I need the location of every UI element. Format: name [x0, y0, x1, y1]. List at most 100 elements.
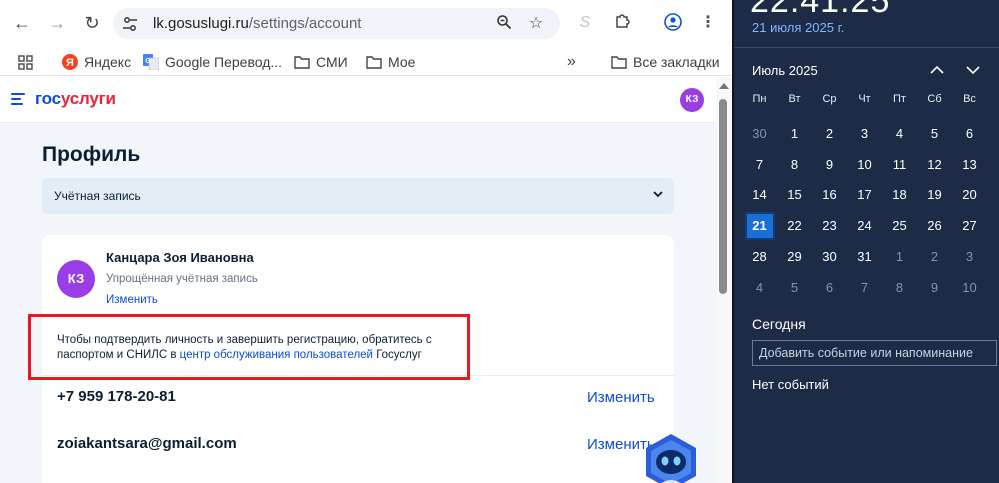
- calendar-flyout: 22:41:25 21 июля 2025 г. Июль 2025 Пн Вт С…: [732, 0, 999, 483]
- calendar-grid: Пн Вт Ср Чт Пт Сб Вс 30 1 2 3 4 5 6 7 8 9 10 11 12 13 14 15 16 1…: [742, 88, 987, 304]
- calendar-day[interactable]: 22: [777, 211, 812, 242]
- calendar-day[interactable]: 3: [847, 119, 882, 150]
- svg-text:Я: Я: [66, 57, 74, 69]
- calendar-day[interactable]: 8: [882, 273, 917, 304]
- bookmark-google-translate[interactable]: G Google Перевод...: [143, 52, 282, 72]
- edit-phone-link[interactable]: Изменить: [587, 389, 655, 406]
- overflow-chevron-icon: »: [567, 53, 576, 70]
- chevron-down-icon[interactable]: [965, 64, 981, 76]
- phone-number: +7 959 178-20-81: [57, 388, 176, 405]
- calendar-day[interactable]: 25: [882, 211, 917, 242]
- calendar-day[interactable]: 5: [777, 273, 812, 304]
- calendar-day[interactable]: 15: [777, 180, 812, 211]
- assistant-robot-icon[interactable]: [642, 432, 700, 483]
- month-label[interactable]: Июль 2025: [752, 63, 818, 78]
- extensions-puzzle-icon[interactable]: [612, 13, 632, 33]
- calendar-day[interactable]: 13: [952, 150, 987, 181]
- chevron-down-icon: [653, 191, 663, 198]
- account-section-select[interactable]: Учётная запись: [42, 178, 674, 214]
- all-bookmarks-button[interactable]: Все закладки: [611, 52, 720, 72]
- bookmark-star-icon[interactable]: ☆: [526, 14, 546, 34]
- all-bookmarks-label: Все закладки: [633, 54, 720, 70]
- divider: [734, 47, 999, 48]
- full-date-link[interactable]: 21 июля 2025 г.: [752, 20, 844, 35]
- calendar-day[interactable]: 7: [742, 150, 777, 181]
- calendar-day[interactable]: 24: [847, 211, 882, 242]
- calendar-day[interactable]: 6: [952, 119, 987, 150]
- bookmark-yandex[interactable]: Я Яндекс: [62, 52, 131, 72]
- no-events-text: Нет событий: [752, 377, 829, 392]
- calendar-day[interactable]: 3: [952, 242, 987, 273]
- calendar-day[interactable]: 10: [847, 150, 882, 181]
- clock-time: 22:41:25: [750, 0, 891, 20]
- calendar-day-today[interactable]: 21: [742, 211, 777, 242]
- calendar-day[interactable]: 1: [777, 119, 812, 150]
- change-account-link[interactable]: Изменить: [106, 294, 158, 306]
- calendar-day[interactable]: 20: [952, 180, 987, 211]
- bookmark-label: Мое: [388, 54, 416, 70]
- calendar-day[interactable]: 27: [952, 211, 987, 242]
- add-event-input[interactable]: Добавить событие или напоминание: [752, 340, 997, 366]
- flyout-edge: [732, 0, 734, 483]
- zoom-icon[interactable]: [494, 14, 514, 34]
- calendar-day[interactable]: 6: [812, 273, 847, 304]
- page-scrollbar[interactable]: [716, 77, 732, 483]
- reload-icon[interactable]: ↻: [82, 13, 102, 33]
- account-type: Упрощённая учётная запись: [106, 273, 258, 285]
- logo-part-gos: гос: [35, 89, 61, 108]
- profile-icon[interactable]: [663, 13, 683, 33]
- calendar-day[interactable]: 23: [812, 211, 847, 242]
- calendar-day[interactable]: 19: [917, 180, 952, 211]
- menu-burger-icon[interactable]: [11, 93, 25, 108]
- site-header: госуслуги КЗ: [0, 77, 716, 123]
- weekday-label: Ср: [822, 93, 837, 105]
- calendar-day[interactable]: 4: [742, 273, 777, 304]
- page-content: госуслуги КЗ Профиль Учётная запись КЗ К…: [0, 77, 716, 483]
- calendar-day[interactable]: 8: [777, 150, 812, 181]
- forward-icon[interactable]: →: [47, 13, 67, 33]
- folder-icon: [366, 54, 382, 70]
- calendar-day[interactable]: 10: [952, 273, 987, 304]
- weekday-label: Сб: [927, 93, 942, 105]
- scroll-up-icon[interactable]: [719, 83, 729, 89]
- calendar-day[interactable]: 7: [847, 273, 882, 304]
- menu-kebab-icon[interactable]: ⋮: [698, 13, 718, 33]
- account-select-label: Учётная запись: [54, 189, 141, 203]
- browser-toolbar: ← → ↻ lk.gosuslugi.ru/settings/account ☆…: [0, 0, 732, 46]
- today-marker: 21: [744, 212, 775, 241]
- gosuslugi-logo[interactable]: госуслуги: [35, 89, 116, 109]
- apps-grid-icon[interactable]: [18, 52, 33, 72]
- calendar-day[interactable]: 2: [812, 119, 847, 150]
- calendar-day[interactable]: 9: [917, 273, 952, 304]
- calendar-day[interactable]: 17: [847, 180, 882, 211]
- google-translate-icon: G: [143, 54, 159, 70]
- chevron-up-icon[interactable]: [929, 64, 945, 76]
- bookmark-folder-smi[interactable]: СМИ: [294, 52, 348, 72]
- calendar-day[interactable]: 9: [812, 150, 847, 181]
- bookmarks-overflow-button[interactable]: »: [567, 52, 576, 72]
- scroll-thumb[interactable]: [719, 99, 727, 294]
- calendar-day[interactable]: 12: [917, 150, 952, 181]
- calendar-day[interactable]: 11: [882, 150, 917, 181]
- back-icon[interactable]: ←: [12, 13, 32, 33]
- calendar-day[interactable]: 16: [812, 180, 847, 211]
- header-avatar[interactable]: КЗ: [680, 88, 704, 112]
- site-settings-icon[interactable]: [122, 16, 138, 32]
- calendar-day[interactable]: 4: [882, 119, 917, 150]
- calendar-day[interactable]: 31: [847, 242, 882, 273]
- calendar-day[interactable]: 2: [917, 242, 952, 273]
- calendar-day[interactable]: 28: [742, 242, 777, 273]
- calendar-day[interactable]: 30: [812, 242, 847, 273]
- calendar-day[interactable]: 18: [882, 180, 917, 211]
- calendar-day[interactable]: 29: [777, 242, 812, 273]
- extension-s-icon[interactable]: S: [575, 13, 595, 33]
- calendar-day[interactable]: 26: [917, 211, 952, 242]
- calendar-day[interactable]: 1: [882, 242, 917, 273]
- calendar-day[interactable]: 5: [917, 119, 952, 150]
- calendar-day[interactable]: 14: [742, 180, 777, 211]
- bookmark-label: Яндекс: [84, 54, 132, 70]
- bookmark-folder-moe[interactable]: Мое: [366, 52, 415, 72]
- calendar-day[interactable]: 30: [742, 119, 777, 150]
- address-bar[interactable]: lk.gosuslugi.ru/settings/account ☆: [113, 8, 560, 39]
- weekday-label: Вт: [788, 93, 801, 105]
